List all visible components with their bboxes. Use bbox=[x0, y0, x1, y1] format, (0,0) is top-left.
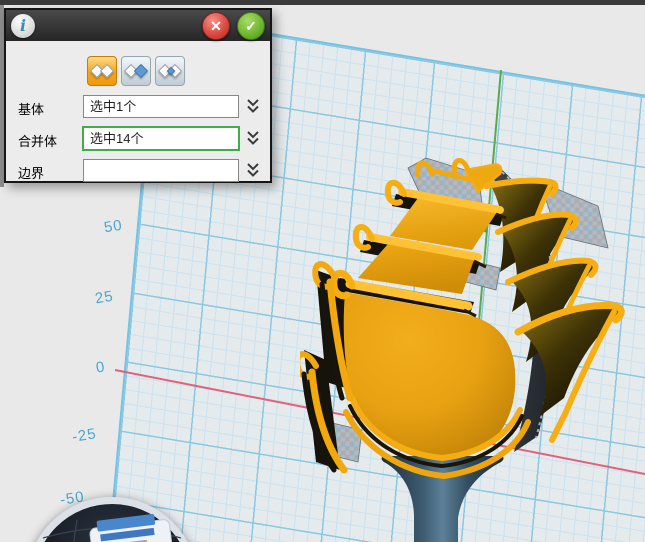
dialog-header: i ✕ ✓ bbox=[6, 10, 270, 41]
rose-model[interactable] bbox=[300, 140, 645, 542]
union-operation-button[interactable] bbox=[87, 56, 117, 86]
window-top-edge bbox=[0, 0, 645, 5]
printer-icon bbox=[88, 512, 174, 542]
check-icon: ✓ bbox=[245, 19, 257, 33]
base-body-label: 基体 bbox=[18, 99, 44, 118]
close-icon: ✕ bbox=[210, 19, 222, 33]
boundary-label: 边界 bbox=[18, 163, 44, 182]
boundary-input[interactable] bbox=[83, 159, 239, 182]
info-icon: i bbox=[11, 14, 35, 38]
axis-tick-label: 50 bbox=[103, 217, 124, 237]
stem bbox=[382, 456, 504, 542]
boolean-operation-toolbar bbox=[87, 56, 185, 86]
axis-tick-label: 0 bbox=[95, 358, 107, 376]
merge-body-label: 合并体 bbox=[18, 131, 57, 150]
chevron-double-down-icon[interactable] bbox=[246, 162, 260, 179]
merge-body-input[interactable]: 选中14个 bbox=[82, 126, 240, 151]
chevron-double-down-icon[interactable] bbox=[246, 98, 260, 115]
combine-dialog: i ✕ ✓ 基体 选中1个 bbox=[4, 8, 272, 183]
cancel-button[interactable]: ✕ bbox=[202, 12, 230, 40]
center-petals bbox=[334, 183, 516, 462]
view-navigator[interactable] bbox=[26, 497, 198, 542]
axis-tick-label: 25 bbox=[94, 288, 115, 308]
base-body-input[interactable]: 选中1个 bbox=[83, 95, 239, 118]
field-row-merge: 合并体 选中14个 bbox=[6, 127, 270, 151]
axis-tick-label: -25 bbox=[71, 425, 98, 446]
confirm-button[interactable]: ✓ bbox=[237, 12, 265, 40]
field-row-base: 基体 选中1个 bbox=[6, 95, 270, 119]
app-window: 50 25 0 -25 -50 bbox=[0, 0, 645, 542]
chevron-double-down-icon[interactable] bbox=[246, 130, 260, 147]
intersect-operation-button[interactable] bbox=[155, 56, 185, 86]
subtract-operation-button[interactable] bbox=[121, 56, 151, 86]
field-row-boundary: 边界 bbox=[6, 159, 270, 183]
